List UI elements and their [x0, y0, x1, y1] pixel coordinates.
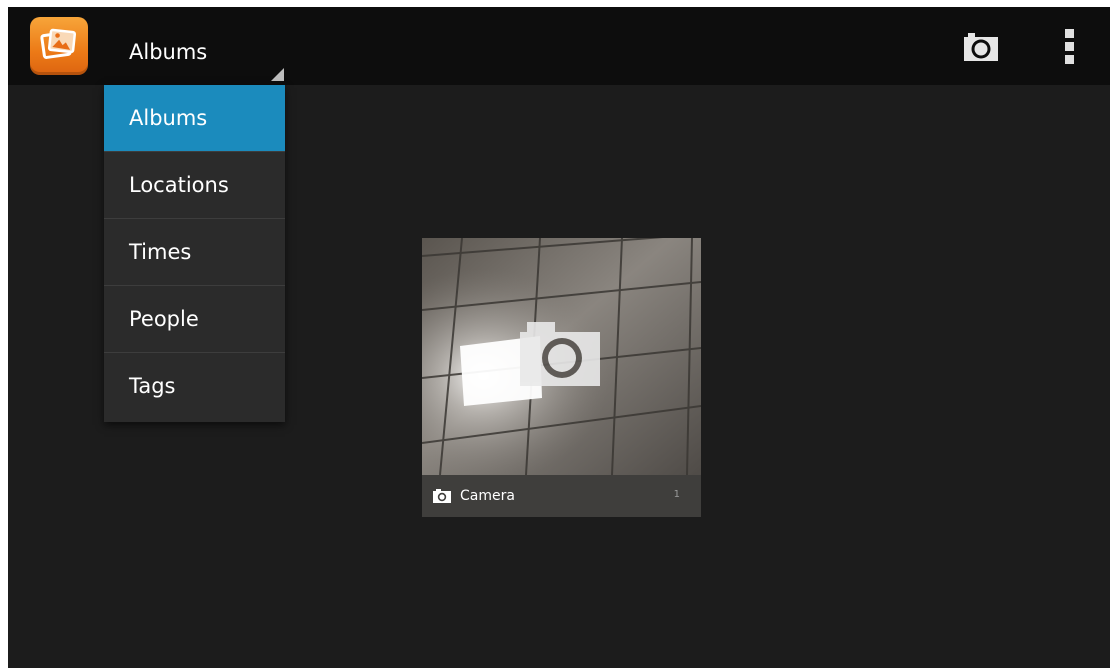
- gallery-app-icon[interactable]: [30, 17, 88, 75]
- menu-item-locations[interactable]: Locations: [104, 152, 285, 219]
- view-mode-dropdown: Albums Locations Times People Tags: [104, 85, 285, 422]
- album-thumbnail: [422, 238, 701, 475]
- gallery-screen: Albums Albums Locations Times People Tag…: [8, 7, 1110, 668]
- spinner-caret-icon: [271, 68, 284, 81]
- menu-item-people[interactable]: People: [104, 286, 285, 353]
- album-tile-camera[interactable]: Camera 1: [422, 238, 701, 517]
- overflow-menu-icon-dot: [1065, 42, 1074, 51]
- overflow-menu-icon: [1065, 29, 1074, 38]
- gallery-picture-icon: [40, 28, 77, 59]
- menu-item-albums[interactable]: Albums: [104, 85, 285, 152]
- overflow-menu-icon-dot: [1065, 55, 1074, 64]
- album-count: 1: [673, 489, 680, 500]
- camera-button[interactable]: [960, 29, 1002, 65]
- overflow-menu-button[interactable]: [1058, 27, 1082, 67]
- spinner-label: Albums: [129, 40, 208, 64]
- view-mode-spinner[interactable]: Albums: [112, 15, 284, 81]
- menu-item-times[interactable]: Times: [104, 219, 285, 286]
- menu-item-label: Times: [129, 240, 192, 264]
- menu-item-label: Albums: [129, 106, 208, 130]
- camera-icon: [964, 33, 998, 61]
- menu-item-tags[interactable]: Tags: [104, 353, 285, 419]
- action-bar: Albums: [8, 7, 1110, 85]
- menu-item-label: People: [129, 307, 199, 331]
- camera-icon: [433, 489, 451, 503]
- album-caption: Camera 1: [422, 475, 701, 517]
- menu-item-label: Tags: [129, 374, 176, 398]
- menu-item-label: Locations: [129, 173, 229, 197]
- album-name: Camera: [460, 488, 515, 504]
